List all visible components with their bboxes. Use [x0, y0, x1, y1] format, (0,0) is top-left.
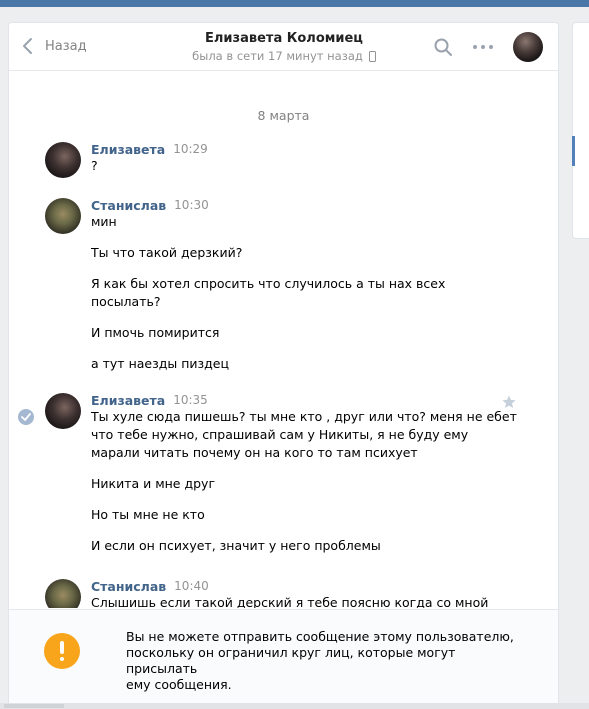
right-menu-active-marker [572, 136, 575, 166]
horizontal-scrollbar[interactable] [0, 703, 589, 709]
message-text: Ты хуле сюда пишешь? ты мне кто , друг и… [91, 409, 517, 424]
peer-avatar[interactable] [513, 32, 543, 62]
peer-name[interactable]: Елизавета Коломиец [129, 31, 439, 46]
message-header: Станислав 10:30 [91, 198, 209, 213]
message-history[interactable]: 8 марта Елизавета 10:29 ? Станислав 10:3… [9, 72, 558, 608]
chat-header: Назад Елизавета Коломиец была в сети 17 … [9, 23, 558, 71]
chevron-left-icon [23, 38, 32, 54]
author-name[interactable]: Станислав [91, 198, 166, 213]
message-time[interactable]: 10:30 [174, 198, 209, 213]
top-bar [0, 0, 589, 7]
avatar[interactable] [45, 579, 81, 608]
message-text: Я как бы хотел спросить что случилось а … [91, 276, 446, 291]
author-name[interactable]: Елизавета [91, 142, 165, 157]
peer-status-text: была в сети 17 минут назад [192, 49, 363, 63]
message-text: И пмочь помирится [91, 325, 220, 340]
more-icon[interactable] [471, 37, 495, 57]
message-text: Но ты мне не кто [91, 507, 205, 522]
message-header: Елизавета 10:35 [91, 393, 208, 408]
peer-info[interactable]: Елизавета Коломиец была в сети 17 минут … [129, 31, 439, 63]
notice-line: поскольку он ограничил круг лиц, которые… [126, 645, 456, 676]
star-icon[interactable] [501, 394, 517, 410]
notice-text: Вы не можете отправить сообщение этому п… [126, 629, 516, 693]
author-name[interactable]: Елизавета [91, 393, 165, 408]
date-separator: 8 марта [257, 108, 310, 123]
exclamation-icon [44, 633, 80, 669]
read-check-icon[interactable] [18, 409, 34, 425]
avatar[interactable] [45, 393, 81, 429]
message-text: мин [91, 214, 117, 229]
scrollbar-thumb[interactable] [4, 704, 64, 708]
chat-window: Назад Елизавета Коломиец была в сети 17 … [8, 22, 559, 709]
right-menu-panel[interactable] [572, 22, 589, 239]
message-text: а тут наезды пиздец [91, 356, 230, 371]
message-text: И если он психует, значит у него проблем… [91, 538, 381, 553]
message-time[interactable]: 10:35 [173, 393, 208, 408]
message-text: Слышишь если такой дерский я тебе поясню… [91, 595, 489, 608]
message-text: ? [91, 158, 98, 173]
message-time[interactable]: 10:29 [173, 142, 208, 157]
message-header: Станислав 10:40 [91, 579, 209, 594]
message-time[interactable]: 10:40 [174, 579, 209, 594]
message-text: Никита и мне друг [91, 476, 216, 491]
message-text: что тебе нужно, спрашивай сам у Никиты, … [91, 427, 469, 442]
back-button[interactable]: Назад [21, 36, 87, 56]
notice-line: Вы не можете отправить сообщение этому п… [126, 629, 514, 644]
phone-icon [368, 50, 376, 62]
avatar[interactable] [45, 198, 81, 234]
message-text: марали читать почему он на кого то там п… [91, 445, 418, 460]
message-header: Елизавета 10:29 [91, 142, 208, 157]
avatar[interactable] [45, 142, 81, 178]
notice-line: ему сообщения. [126, 677, 232, 692]
check-icon [21, 413, 31, 421]
author-name[interactable]: Станислав [91, 579, 166, 594]
message-text: Ты что такой дерзкий? [91, 245, 243, 260]
write-restricted-notice: Вы не можете отправить сообщение этому п… [9, 609, 558, 708]
peer-status: была в сети 17 минут назад [129, 49, 439, 63]
search-icon[interactable] [433, 37, 453, 57]
message-text: посылать? [91, 294, 161, 309]
back-label: Назад [45, 38, 87, 54]
